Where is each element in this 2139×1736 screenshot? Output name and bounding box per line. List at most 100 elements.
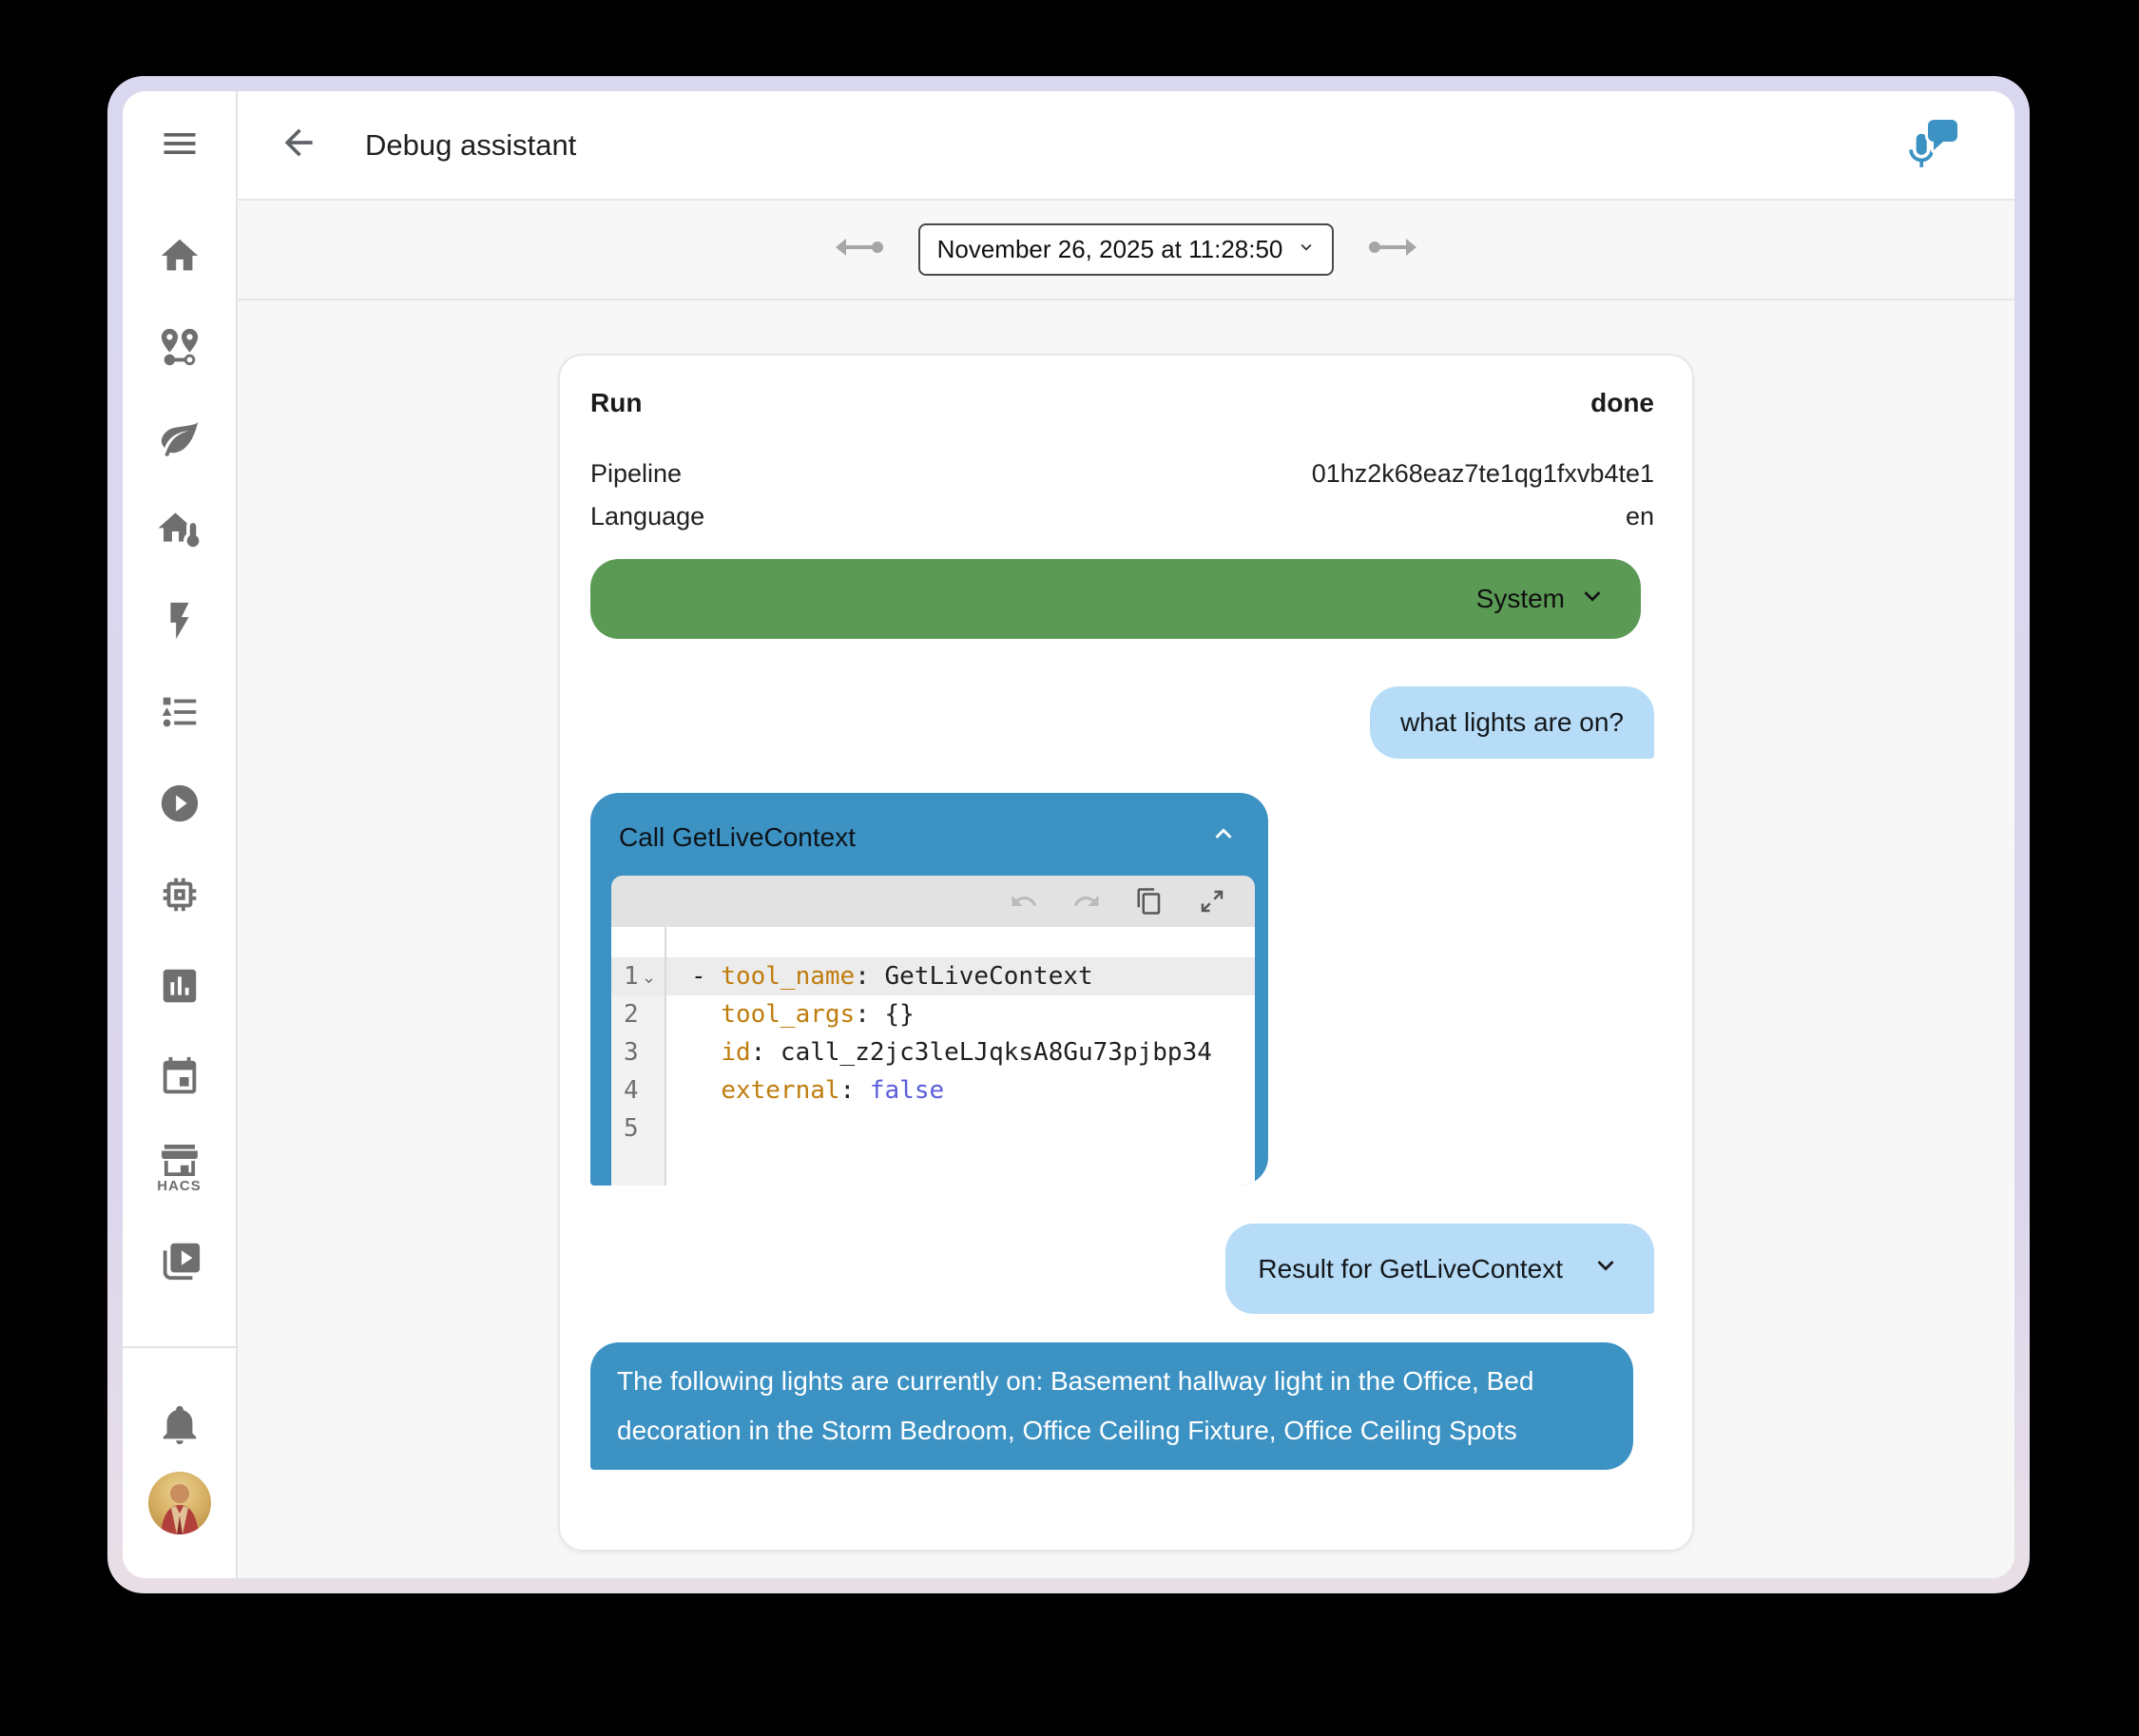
previous-run-button[interactable]	[833, 236, 886, 263]
run-status-row: Run done	[590, 388, 1654, 418]
run-select-value: November 26, 2025 at 11:28:50	[937, 235, 1283, 264]
back-button[interactable]	[276, 123, 321, 168]
top-header: Debug assistant	[238, 91, 2014, 201]
sidebar-menu-button[interactable]	[123, 91, 236, 201]
pipeline-label: Pipeline	[590, 453, 682, 495]
tool-call-panel: Call GetLiveContext	[590, 793, 1268, 1186]
sidebar-item-power[interactable]	[123, 575, 236, 666]
system-prompt-expander[interactable]: System	[590, 559, 1641, 639]
sidebar-item-energy[interactable]	[123, 393, 236, 484]
language-label: Language	[590, 495, 704, 538]
line-number: 2	[611, 995, 666, 1033]
sidebar-item-esphome[interactable]	[123, 849, 236, 940]
pipeline-value: 01hz2k68eaz7te1qg1fxvb4te1	[1312, 453, 1654, 495]
sidebar-item-history[interactable]	[123, 940, 236, 1032]
run-picker-row: November 26, 2025 at 11:28:50	[238, 201, 2014, 300]
user-message-bubble: what lights are on?	[1370, 686, 1654, 759]
code-line: 2 tool_args: {}	[611, 995, 1255, 1033]
run-label: Run	[590, 388, 642, 418]
run-card: Run done Pipeline 01hz2k68eaz7te1qg1fxvb…	[558, 354, 1694, 1552]
code-text: id: call_z2jc3leLJqksA8Gu73pjbp34	[666, 1033, 1255, 1071]
lightning-flash-icon	[158, 599, 202, 643]
line-number: 3	[611, 1033, 666, 1071]
code-lines: 1- tool_name: GetLiveContext2 tool_args:…	[611, 957, 1255, 1148]
page-title: Debug assistant	[365, 128, 576, 163]
desktop: { "header": { "title": "Debug assistant"…	[0, 0, 2139, 1736]
code-text	[666, 1109, 1255, 1148]
run-status-value: done	[1590, 388, 1654, 418]
editor-body: 1- tool_name: GetLiveContext2 tool_args:…	[611, 927, 1255, 1186]
calendar-icon	[158, 1055, 202, 1099]
play-box-multiple-icon	[158, 1238, 202, 1282]
fold-chevron-icon[interactable]	[642, 966, 656, 988]
sidebar-item-map[interactable]	[123, 301, 236, 393]
editor-filler	[611, 1148, 1255, 1186]
chart-box-icon	[158, 964, 202, 1008]
line-number: 5	[611, 1109, 666, 1148]
next-run-button[interactable]	[1366, 236, 1419, 263]
home-assistant-app: HACS	[123, 91, 2014, 1578]
leaf-icon	[158, 416, 202, 460]
redo-icon[interactable]	[1072, 887, 1101, 916]
sidebar-item-media[interactable]	[123, 1214, 236, 1305]
copy-icon[interactable]	[1135, 887, 1164, 916]
language-row: Language en	[590, 495, 1654, 538]
chip-icon	[158, 873, 202, 916]
pipeline-row: Pipeline 01hz2k68eaz7te1qg1fxvb4te1	[590, 453, 1654, 495]
sidebar-item-media-browser[interactable]	[123, 758, 236, 849]
assist-voice-button[interactable]	[1895, 116, 1961, 175]
sidebar-item-calendar[interactable]	[123, 1032, 236, 1123]
home-icon	[158, 234, 202, 278]
code-text: - tool_name: GetLiveContext	[666, 957, 1255, 995]
arrow-right-dot-icon	[1366, 236, 1419, 263]
editor-top-padding	[611, 927, 1255, 957]
map-marker-distance-icon	[158, 325, 202, 369]
sidebar-item-climate[interactable]	[123, 484, 236, 575]
line-number: 1	[611, 957, 666, 995]
line-number: 4	[611, 1071, 666, 1109]
debug-content: Run done Pipeline 01hz2k68eaz7te1qg1fxvb…	[238, 300, 2014, 1578]
code-text: external: false	[666, 1071, 1255, 1109]
code-line: 3 id: call_z2jc3leLJqksA8Gu73pjbp34	[611, 1033, 1255, 1071]
undo-icon[interactable]	[1010, 887, 1038, 916]
bulleted-list-icon	[158, 690, 202, 734]
chevron-down-icon	[1576, 580, 1609, 619]
tool-call-title: Call GetLiveContext	[619, 822, 856, 853]
run-select[interactable]: November 26, 2025 at 11:28:50	[918, 223, 1335, 276]
code-line: 1- tool_name: GetLiveContext	[611, 957, 1255, 995]
bell-icon	[158, 1402, 202, 1451]
main-area: Debug assistant	[238, 91, 2014, 1578]
code-line: 4 external: false	[611, 1071, 1255, 1109]
expand-icon[interactable]	[1198, 887, 1226, 916]
user-avatar[interactable]	[148, 1472, 211, 1534]
sidebar-notifications-button[interactable]	[123, 1380, 236, 1472]
chevron-down-icon	[1296, 235, 1317, 264]
hamburger-menu-icon	[159, 123, 201, 169]
sidebar-item-logbook[interactable]	[123, 666, 236, 758]
tool-result-expander[interactable]: Result for GetLiveContext	[1225, 1224, 1654, 1314]
yaml-editor[interactable]: 1- tool_name: GetLiveContext2 tool_args:…	[611, 876, 1255, 1186]
sidebar-nav: HACS	[123, 210, 236, 1305]
sidebar-item-home[interactable]	[123, 210, 236, 301]
language-value: en	[1626, 495, 1654, 538]
run-fields: Pipeline 01hz2k68eaz7te1qg1fxvb4te1 Lang…	[590, 453, 1654, 538]
code-line: 5	[611, 1109, 1255, 1148]
sidebar-divider	[123, 1346, 236, 1348]
system-prompt-label: System	[1476, 584, 1565, 614]
chevron-up-icon	[1207, 818, 1240, 857]
editor-toolbar	[611, 876, 1255, 927]
tool-call-header[interactable]: Call GetLiveContext	[590, 793, 1268, 876]
sidebar: HACS	[123, 91, 238, 1578]
tool-result-label: Result for GetLiveContext	[1258, 1254, 1563, 1284]
arrow-left-icon	[278, 122, 319, 168]
code-text: tool_args: {}	[666, 995, 1255, 1033]
assistant-message-bubble: The following lights are currently on: B…	[590, 1342, 1633, 1470]
play-circle-icon	[158, 781, 202, 825]
app-window: HACS	[107, 76, 2030, 1593]
home-thermometer-icon	[158, 508, 202, 551]
arrow-left-dot-icon	[833, 236, 886, 263]
chevron-down-icon	[1590, 1249, 1622, 1288]
microphone-message-icon	[1895, 163, 1961, 179]
sidebar-item-hacs[interactable]: HACS	[123, 1123, 236, 1214]
storefront-icon	[159, 1144, 201, 1176]
